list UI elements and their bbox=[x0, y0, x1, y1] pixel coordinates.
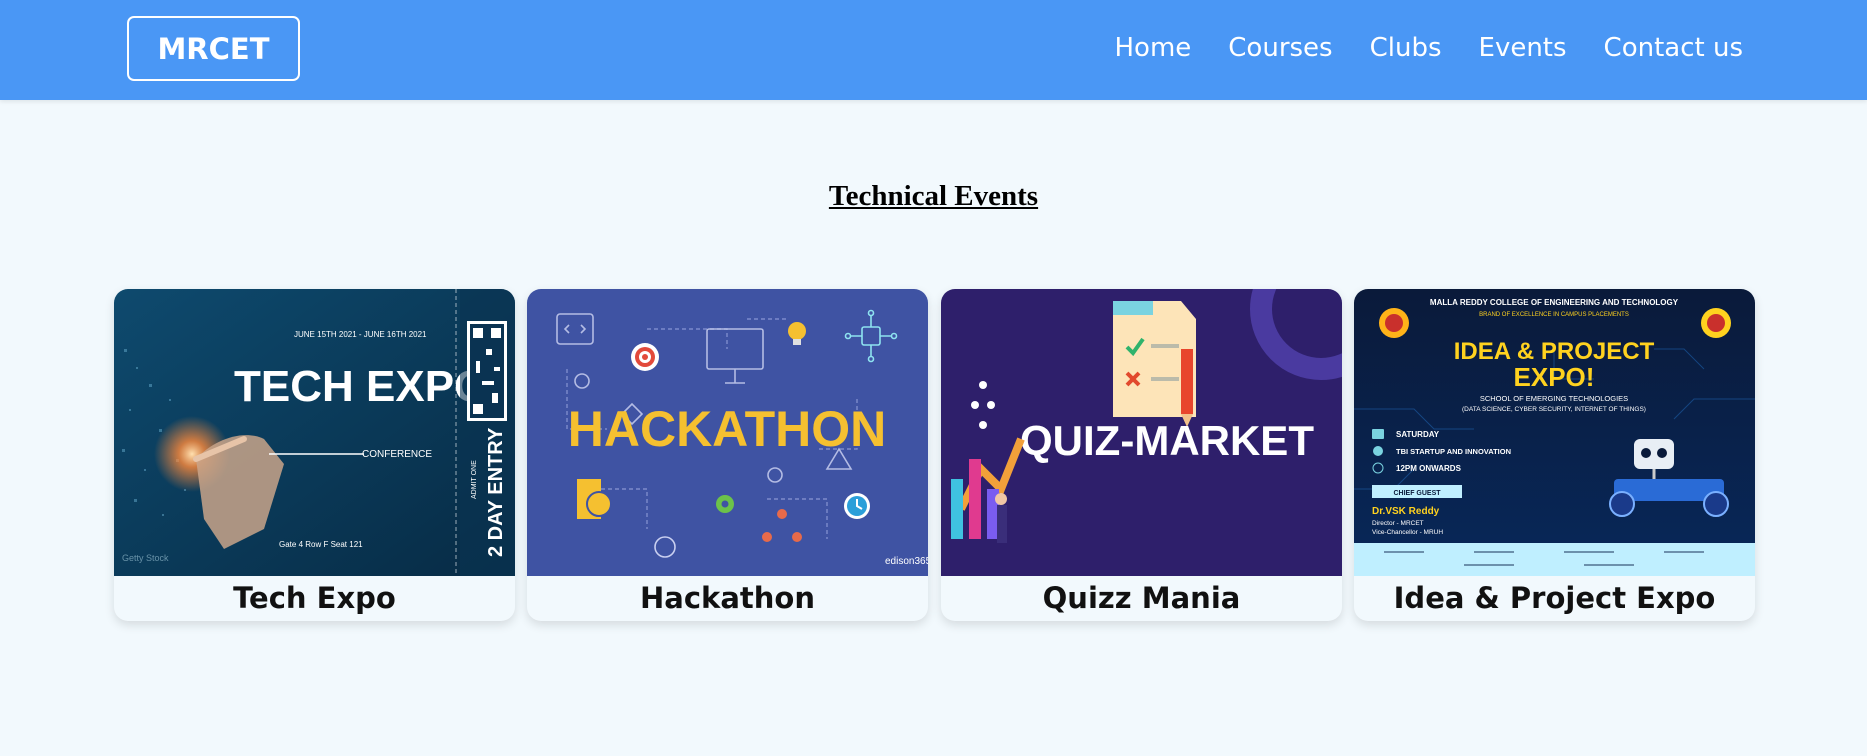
event-card-quizz-mania[interactable]: QUIZ-MARKET Quizz Mania bbox=[941, 289, 1342, 621]
nav-link-contact[interactable]: Contact us bbox=[1604, 33, 1743, 63]
navbar: MRCET Home Courses Clubs Events Contact … bbox=[0, 0, 1867, 100]
expo-time: 12PM ONWARDS bbox=[1396, 464, 1462, 473]
tech-expo-ticket: 2 DAY ENTRY bbox=[485, 427, 507, 557]
expo-school-sub: (DATA SCIENCE, CYBER SECURITY, INTERNET … bbox=[1462, 406, 1646, 413]
tech-expo-headline: TECH EXPO bbox=[234, 362, 488, 411]
event-title: Hackathon bbox=[640, 581, 815, 615]
nav-item-events: Events bbox=[1479, 28, 1567, 68]
section-title: Technical Events bbox=[828, 180, 1039, 212]
expo-headline-2: EXPO! bbox=[1514, 362, 1595, 392]
tech-expo-credit: Getty Stock bbox=[122, 553, 169, 563]
nav-link-courses[interactable]: Courses bbox=[1228, 33, 1332, 63]
event-image-tech-expo: TECH EXPO CONFERENCE JUNE 15TH 2021 - JU… bbox=[114, 289, 515, 576]
expo-day: SATURDAY bbox=[1396, 430, 1440, 439]
nav-link-events[interactable]: Events bbox=[1479, 33, 1567, 63]
expo-guest-name: Dr.VSK Reddy bbox=[1372, 506, 1440, 517]
hackathon-credit: edison365 bbox=[885, 556, 928, 567]
expo-school: SCHOOL OF EMERGING TECHNOLOGIES bbox=[1480, 394, 1628, 403]
expo-college: MALLA REDDY COLLEGE OF ENGINEERING AND T… bbox=[1430, 298, 1679, 307]
event-title: Quizz Mania bbox=[1042, 581, 1241, 615]
brand-logo[interactable]: MRCET bbox=[127, 16, 300, 81]
nav-link-home[interactable]: Home bbox=[1115, 33, 1192, 63]
nav-item-contact: Contact us bbox=[1604, 28, 1743, 68]
tech-expo-sub: CONFERENCE bbox=[362, 449, 432, 460]
nav-item-courses: Courses bbox=[1228, 28, 1332, 68]
nav-links: Home Courses Clubs Events Contact us bbox=[1115, 28, 1744, 68]
hackathon-headline: HACKATHON bbox=[568, 401, 886, 457]
tech-expo-dates: JUNE 15TH 2021 - JUNE 16TH 2021 bbox=[294, 330, 427, 339]
event-title: Tech Expo bbox=[233, 581, 396, 615]
tech-expo-gate: Gate 4 Row F Seat 121 bbox=[279, 540, 363, 549]
expo-guest-role-2: Vice-Chancellor - MRUH bbox=[1372, 529, 1443, 536]
expo-guest-role-1: Director - MRCET bbox=[1372, 520, 1424, 527]
gear-icon bbox=[716, 495, 734, 513]
nav-link-clubs[interactable]: Clubs bbox=[1370, 33, 1442, 63]
quiz-clipboard-icon bbox=[1113, 301, 1196, 427]
nav-item-home: Home bbox=[1115, 28, 1192, 68]
event-image-idea-project-expo: MALLA REDDY COLLEGE OF ENGINEERING AND T… bbox=[1354, 289, 1755, 576]
expo-venue: TBI STARTUP AND INNOVATION bbox=[1396, 447, 1511, 456]
tech-expo-admit: ADMIT ONE bbox=[471, 460, 478, 499]
event-card-hackathon[interactable]: HACKATHON edison365 Hackathon bbox=[527, 289, 928, 621]
event-title: Idea & Project Expo bbox=[1393, 581, 1716, 615]
nav-item-clubs: Clubs bbox=[1370, 28, 1442, 68]
event-image-hackathon: HACKATHON edison365 bbox=[527, 289, 928, 576]
expo-guest-label: CHIEF GUEST bbox=[1393, 490, 1441, 497]
expo-headline-1: IDEA & PROJECT bbox=[1454, 338, 1655, 365]
event-card-tech-expo[interactable]: TECH EXPO CONFERENCE JUNE 15TH 2021 - JU… bbox=[114, 289, 515, 621]
target-icon bbox=[631, 343, 659, 371]
event-image-quizz-mania: QUIZ-MARKET bbox=[941, 289, 1342, 576]
quiz-headline: QUIZ-MARKET bbox=[1020, 417, 1314, 464]
qr-code-icon bbox=[467, 321, 507, 421]
clock-icon bbox=[844, 493, 870, 519]
event-card-idea-project-expo[interactable]: MALLA REDDY COLLEGE OF ENGINEERING AND T… bbox=[1354, 289, 1755, 621]
expo-tagline: BRAND OF EXCELLENCE IN CAMPUS PLACEMENTS bbox=[1479, 312, 1629, 318]
